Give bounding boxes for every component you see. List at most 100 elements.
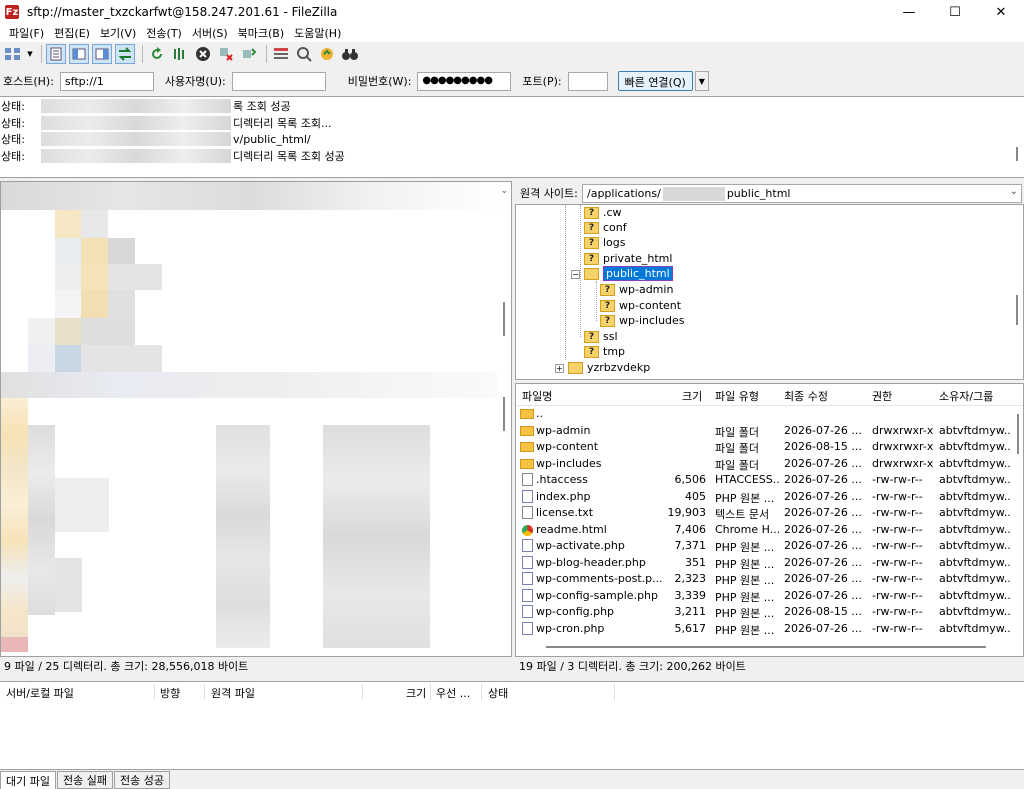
tab-queued-files[interactable]: 대기 파일 <box>0 771 56 789</box>
file-row[interactable]: index.php 405 PHP 원본 ... 2026-07-26 ... -rw-… <box>516 489 1011 506</box>
file-row[interactable]: wp-comments-post.p... 2,323 PHP 원본 ... 2026… <box>516 571 1011 588</box>
toggle-message-log-icon[interactable] <box>46 44 66 64</box>
tree-item-tmp[interactable]: ? tmp <box>584 344 625 359</box>
file-row[interactable]: .htaccess 6,506 HTACCESS... 2026-07-26 ... -… <box>516 472 1011 489</box>
queue-column-size[interactable]: 크기 <box>406 685 426 701</box>
file-row[interactable]: wp-cron.php 5,617 PHP 원본 ... 2026-07-26 ...… <box>516 621 1011 638</box>
tree-item-ssl[interactable]: ? ssl <box>584 329 618 344</box>
toggle-local-tree-icon[interactable] <box>69 44 89 64</box>
quickconnect-dropdown-icon[interactable]: ▼ <box>694 71 709 91</box>
file-name: readme.html <box>536 522 607 536</box>
file-list-scrollbar[interactable] <box>1017 414 1019 454</box>
file-row[interactable]: wp-admin 파일 폴더 2026-07-26 ... drwxrwxr-x abt… <box>516 423 1011 440</box>
column-size[interactable]: 크기 <box>682 388 702 404</box>
tree-item-logs[interactable]: ? logs <box>584 235 626 250</box>
collapse-icon[interactable]: − <box>571 270 580 279</box>
menu-transfer[interactable]: 전송(T) <box>141 25 187 41</box>
file-size: 7,406 <box>674 522 707 536</box>
cancel-operation-icon[interactable] <box>193 44 213 64</box>
tree-item-private-html[interactable]: ? private_html <box>584 251 672 266</box>
local-scrollbar[interactable] <box>497 182 511 656</box>
menu-edit[interactable]: 편집(E) <box>49 25 95 41</box>
menu-server[interactable]: 서버(S) <box>187 25 233 41</box>
tree-item-wp-admin[interactable]: ? wp-admin <box>600 282 673 297</box>
file-row[interactable]: license.txt 19,903 텍스트 문서 2026-07-26 ... -rw… <box>516 505 1011 522</box>
refresh-icon[interactable] <box>147 44 167 64</box>
file-row[interactable]: wp-content 파일 폴더 2026-08-15 ... drwxrwxr-x a… <box>516 439 1011 456</box>
file-size: 6,506 <box>674 473 707 486</box>
file-permissions: -rw-rw-r-- <box>872 621 923 635</box>
maximize-button[interactable]: ☐ <box>932 0 978 24</box>
file-row[interactable]: wp-config-sample.php 3,339 PHP 원본 ... 2026-… <box>516 588 1011 605</box>
host-input[interactable]: sftp://1 <box>59 71 154 91</box>
remote-site-bar: 원격 사이트: /applications/ public_html ⌄ <box>515 182 1024 204</box>
queue-column-server-local-file[interactable]: 서버/로컬 파일 <box>6 685 74 701</box>
directory-listing-filter-icon[interactable] <box>271 44 291 64</box>
file-size: 3,339 <box>674 588 707 602</box>
search-remote-files-icon[interactable] <box>340 44 360 64</box>
close-button[interactable]: ✕ <box>978 0 1024 24</box>
password-input[interactable]: ●●●●●●●●● <box>417 71 512 91</box>
file-name: wp-cron.php <box>536 621 605 635</box>
site-manager-dropdown-icon[interactable]: ▼ <box>26 44 34 64</box>
synchronized-browsing-icon[interactable] <box>317 44 337 64</box>
file-name: wp-includes <box>536 456 602 470</box>
tab-failed-transfers[interactable]: 전송 실패 <box>56 771 113 789</box>
file-row[interactable]: wp-activate.php 7,371 PHP 원본 ... 2026-07-26… <box>516 538 1011 555</box>
process-queue-icon[interactable] <box>170 44 190 64</box>
column-modified[interactable]: 최종 수정 <box>784 388 828 404</box>
file-type: PHP 원본 ... <box>715 590 775 604</box>
reconnect-icon[interactable] <box>239 44 259 64</box>
file-row[interactable]: wp-config.php 3,211 PHP 원본 ... 2026-08-15 .… <box>516 604 1011 621</box>
quickconnect-button[interactable]: 빠른 연결(Q) <box>617 71 693 91</box>
tree-item-yzrbzvdekp[interactable]: yzrbzvdekp <box>568 360 650 375</box>
queue-column-priority[interactable]: 우선 ... <box>436 685 470 701</box>
tree-scrollbar[interactable] <box>1016 295 1018 325</box>
title-bar: Fz sftp://master_txzckarfwt@158.247.201.… <box>0 0 1024 24</box>
menu-help[interactable]: 도움말(H) <box>289 25 346 41</box>
php-file-icon <box>522 489 533 503</box>
tree-item-public-html[interactable]: public_html <box>584 266 673 281</box>
tab-successful-transfers[interactable]: 전송 성공 <box>113 771 170 789</box>
tree-item-wp-includes[interactable]: ? wp-includes <box>600 313 685 328</box>
toolbar-separator <box>142 45 143 63</box>
minimize-button[interactable]: — <box>886 0 932 24</box>
queue-column-direction[interactable]: 방향 <box>160 685 180 701</box>
menu-view[interactable]: 보기(V) <box>95 25 141 41</box>
site-manager-icon[interactable] <box>3 44 23 64</box>
file-list-hscrollbar[interactable] <box>546 646 986 648</box>
column-type[interactable]: 파일 유형 <box>715 388 759 404</box>
disconnect-icon[interactable] <box>216 44 236 64</box>
username-input[interactable] <box>231 71 326 91</box>
menu-bookmarks[interactable]: 북마크(B) <box>233 25 290 41</box>
local-path-dropdown-icon[interactable]: ⌄ <box>500 186 508 196</box>
tree-item-conf[interactable]: ? conf <box>584 220 627 235</box>
remote-path-dropdown-icon[interactable]: ⌄ <box>1010 186 1018 197</box>
port-input[interactable] <box>567 71 608 91</box>
log-scrollbar[interactable] <box>1016 147 1018 161</box>
file-row[interactable]: .. <box>516 406 1011 423</box>
queue-column-remote-file[interactable]: 원격 파일 <box>211 685 255 701</box>
tree-item-label: public_html <box>603 266 673 281</box>
queue-column-status[interactable]: 상태 <box>488 685 508 701</box>
expand-icon[interactable]: + <box>555 364 564 373</box>
menu-bar: 파일(F) 편집(E) 보기(V) 전송(T) 서버(S) 북마크(B) 도움말… <box>0 24 1024 42</box>
file-row[interactable]: wp-includes 파일 폴더 2026-07-26 ... drwxrwxr-x… <box>516 456 1011 473</box>
toggle-transfer-queue-icon[interactable] <box>115 44 135 64</box>
file-row[interactable]: readme.html 7,406 Chrome H... 2026-07-26 ..… <box>516 522 1011 539</box>
file-modified: 2026-07-26 ... <box>784 522 862 536</box>
tree-item-cw[interactable]: ? .cw <box>584 205 622 220</box>
column-permissions[interactable]: 권한 <box>872 388 892 404</box>
remote-path-input[interactable]: /applications/ public_html ⌄ <box>582 184 1022 203</box>
column-filename[interactable]: 파일명 <box>522 388 552 404</box>
log-status-label: 상태: <box>1 133 25 147</box>
file-row[interactable]: wp-blog-header.php 351 PHP 원본 ... 2026-07-2… <box>516 555 1011 572</box>
directory-comparison-icon[interactable] <box>294 44 314 64</box>
file-owner: abtvftdmyw... <box>939 621 1011 635</box>
toggle-remote-tree-icon[interactable] <box>92 44 112 64</box>
column-separator <box>154 684 155 700</box>
column-owner[interactable]: 소유자/그룹 <box>939 388 993 404</box>
menu-file[interactable]: 파일(F) <box>4 25 49 41</box>
local-panel-redacted: ⌄ <box>0 181 512 657</box>
tree-item-wp-content[interactable]: ? wp-content <box>600 298 681 313</box>
